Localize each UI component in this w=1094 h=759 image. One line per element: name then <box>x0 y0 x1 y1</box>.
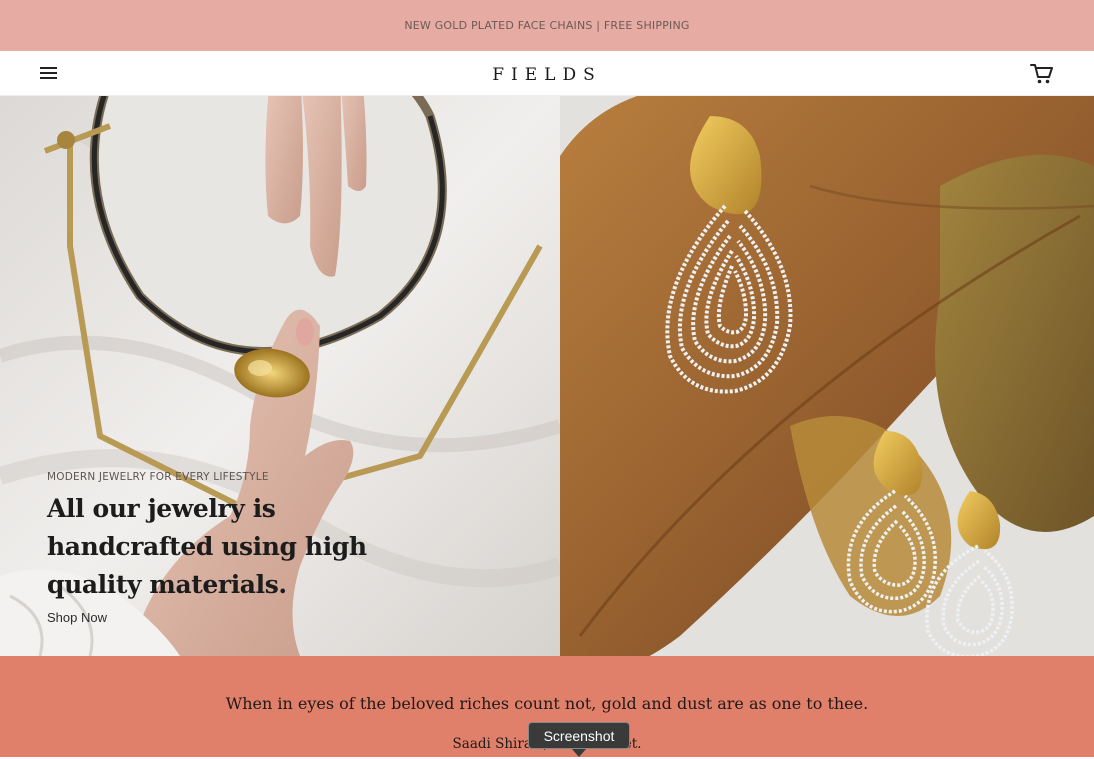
hero-copy: MODERN JEWELRY FOR EVERY LIFESTYLE All o… <box>47 471 377 627</box>
tooltip-label: Screenshot <box>543 727 615 744</box>
hero-headline: All our jewelry is handcrafted using hig… <box>47 494 367 599</box>
quote-text: When in eyes of the beloved riches count… <box>225 694 869 713</box>
screenshot-tooltip: Screenshot <box>528 722 630 749</box>
site-header: FIELDS <box>0 51 1094 96</box>
site-logo[interactable]: FIELDS <box>492 65 602 85</box>
hamburger-menu-icon[interactable] <box>40 65 62 83</box>
hero-image-earrings <box>560 96 1094 656</box>
shopping-cart-icon[interactable] <box>1030 63 1054 85</box>
announcement-text: NEW GOLD PLATED FACE CHAINS | FREE SHIPP… <box>404 19 690 32</box>
shop-now-link[interactable]: Shop Now <box>47 610 107 625</box>
announcement-bar: NEW GOLD PLATED FACE CHAINS | FREE SHIPP… <box>0 0 1094 51</box>
hero-eyebrow: MODERN JEWELRY FOR EVERY LIFESTYLE <box>47 471 269 483</box>
tooltip-arrow <box>572 749 586 757</box>
logo-wrapper: FIELDS <box>0 65 1094 85</box>
hero-banner: MODERN JEWELRY FOR EVERY LIFESTYLE All o… <box>0 96 1094 656</box>
